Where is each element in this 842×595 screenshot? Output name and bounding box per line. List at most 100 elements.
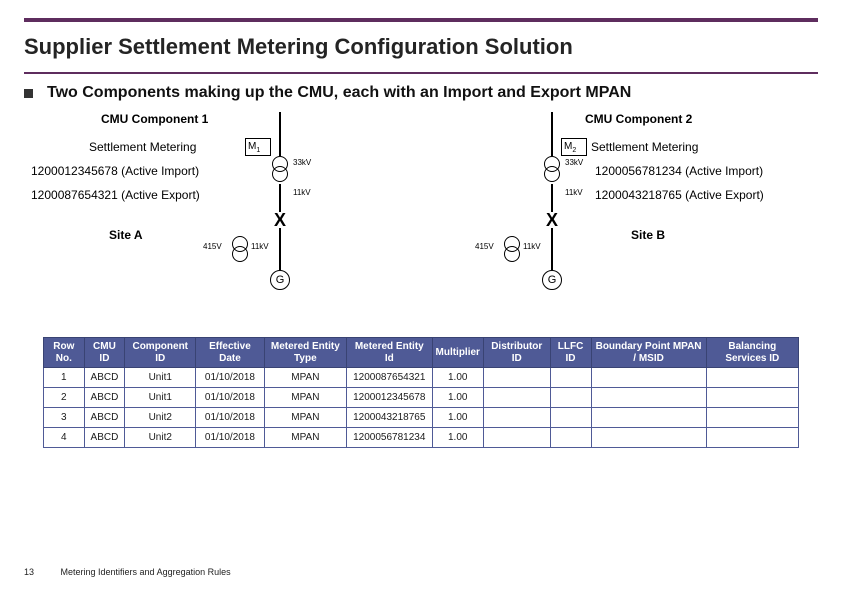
- data-table: Row No.CMU IDComponent IDEffective DateM…: [43, 337, 799, 448]
- table-cell: [706, 408, 798, 428]
- page-number: 13: [24, 567, 58, 577]
- meter-sub-2: 2: [572, 147, 576, 154]
- comp2-line-gen: [551, 242, 553, 270]
- transformer-1a: [271, 156, 289, 184]
- table-header: Row No.CMU IDComponent IDEffective DateM…: [44, 338, 799, 368]
- table-cell: [483, 388, 550, 408]
- table-header-cell: Row No.: [44, 338, 85, 368]
- table-header-cell: CMU ID: [84, 338, 125, 368]
- table-cell: [483, 368, 550, 388]
- footer-text: Metering Identifiers and Aggregation Rul…: [61, 567, 231, 577]
- page-title: Supplier Settlement Metering Configurati…: [24, 34, 818, 60]
- table-header-cell: Effective Date: [196, 338, 264, 368]
- table-cell: 4: [44, 428, 85, 448]
- table-cell: [591, 428, 706, 448]
- table-cell: ABCD: [84, 368, 125, 388]
- table-cell: MPAN: [264, 368, 346, 388]
- table-cell: MPAN: [264, 388, 346, 408]
- site-a-label: Site A: [109, 228, 143, 242]
- comp1-line-mid: [279, 184, 281, 212]
- volt-11kv-1b: 11kV: [251, 242, 269, 251]
- comp1-line-gen: [279, 242, 281, 270]
- table-cell: [706, 388, 798, 408]
- table-cell: [483, 428, 550, 448]
- table-cell: 3: [44, 408, 85, 428]
- comp2-line-low: [551, 228, 553, 242]
- table-cell: 01/10/2018: [196, 428, 264, 448]
- generator-2: G: [542, 270, 562, 290]
- thin-rule: [24, 72, 818, 74]
- bullet-row: Two Components making up the CMU, each w…: [24, 84, 818, 102]
- cross-2: X: [546, 212, 558, 228]
- volt-415v-2: 415V: [475, 242, 494, 251]
- table-cell: 1: [44, 368, 85, 388]
- table-cell: [706, 368, 798, 388]
- table-header-cell: Balancing Services ID: [706, 338, 798, 368]
- table-cell: ABCD: [84, 388, 125, 408]
- diagram-area: CMU Component 1 Settlement Metering M1 3…: [31, 108, 811, 333]
- comp2-line-top: [551, 112, 553, 156]
- table-cell: 1200043218765: [347, 408, 432, 428]
- table-cell: 01/10/2018: [196, 368, 264, 388]
- comp1-line-top: [279, 112, 281, 156]
- table-cell: [591, 388, 706, 408]
- table-cell: [591, 368, 706, 388]
- table-row: 4ABCDUnit201/10/2018MPAN12000567812341.0…: [44, 428, 799, 448]
- table-cell: 1200056781234: [347, 428, 432, 448]
- table-cell: [550, 428, 591, 448]
- table-header-cell: Boundary Point MPAN / MSID: [591, 338, 706, 368]
- table-cell: Unit1: [125, 388, 196, 408]
- table-header-cell: LLFC ID: [550, 338, 591, 368]
- transformer-1b: [231, 236, 249, 264]
- table-cell: MPAN: [264, 428, 346, 448]
- meter-sub-1: 1: [256, 147, 260, 154]
- transformer-2a: [543, 156, 561, 184]
- bullet-icon: [24, 89, 33, 98]
- table-cell: [550, 408, 591, 428]
- table-cell: [706, 428, 798, 448]
- table-body: 1ABCDUnit101/10/2018MPAN12000876543211.0…: [44, 368, 799, 448]
- comp1-title: CMU Component 1: [101, 112, 208, 126]
- transformer-2b: [503, 236, 521, 264]
- table-cell: [550, 368, 591, 388]
- table-header-cell: Multiplier: [432, 338, 483, 368]
- comp2-line-mid: [551, 184, 553, 212]
- comp1-settlement-label: Settlement Metering: [89, 140, 196, 154]
- table-cell: 01/10/2018: [196, 388, 264, 408]
- volt-11kv-2: 11kV: [565, 188, 583, 197]
- meter-box-m2: M2: [561, 138, 587, 156]
- table-cell: 1200012345678: [347, 388, 432, 408]
- volt-33kv-2: 33kV: [565, 158, 583, 167]
- comp2-settlement-label: Settlement Metering: [591, 140, 698, 154]
- comp2-mpan-export: 1200043218765 (Active Export): [595, 188, 764, 202]
- table-cell: 01/10/2018: [196, 408, 264, 428]
- table-row: 3ABCDUnit201/10/2018MPAN12000432187651.0…: [44, 408, 799, 428]
- table-cell: [591, 408, 706, 428]
- table-header-cell: Metered Entity Id: [347, 338, 432, 368]
- table-cell: Unit2: [125, 408, 196, 428]
- comp1-mpan-export: 1200087654321 (Active Export): [31, 188, 200, 202]
- table-cell: ABCD: [84, 408, 125, 428]
- table-cell: Unit1: [125, 368, 196, 388]
- volt-33kv-1: 33kV: [293, 158, 311, 167]
- table-cell: [483, 408, 550, 428]
- comp1-line-low: [279, 228, 281, 242]
- meter-box-m1: M1: [245, 138, 271, 156]
- footer: 13 Metering Identifiers and Aggregation …: [24, 567, 231, 577]
- generator-1: G: [270, 270, 290, 290]
- table-header-cell: Component ID: [125, 338, 196, 368]
- table-row: 1ABCDUnit101/10/2018MPAN12000876543211.0…: [44, 368, 799, 388]
- table-header-cell: Metered Entity Type: [264, 338, 346, 368]
- volt-415v-1: 415V: [203, 242, 222, 251]
- bullet-text: Two Components making up the CMU, each w…: [47, 84, 631, 102]
- table-row: 2ABCDUnit101/10/2018MPAN12000123456781.0…: [44, 388, 799, 408]
- table-cell: 1.00: [432, 408, 483, 428]
- table-cell: MPAN: [264, 408, 346, 428]
- top-rule: [24, 18, 818, 22]
- table-cell: Unit2: [125, 428, 196, 448]
- cross-1: X: [274, 212, 286, 228]
- table-header-cell: Distributor ID: [483, 338, 550, 368]
- comp2-title: CMU Component 2: [585, 112, 692, 126]
- comp1-mpan-import: 1200012345678 (Active Import): [31, 164, 199, 178]
- site-b-label: Site B: [631, 228, 665, 242]
